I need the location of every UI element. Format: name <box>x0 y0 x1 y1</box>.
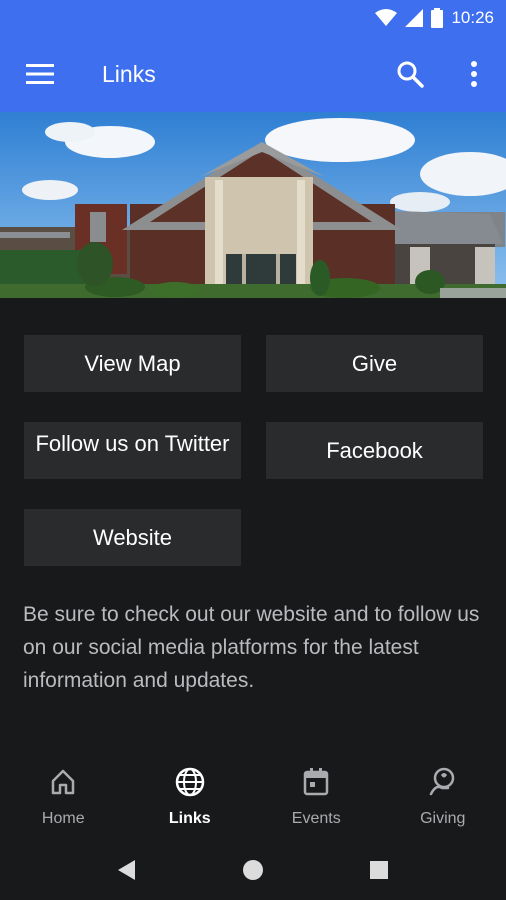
links-content: View Map Give Follow us on Twitter Faceb… <box>0 298 506 738</box>
recents-icon <box>370 861 388 879</box>
nav-item-links[interactable]: Links <box>127 750 254 840</box>
hamburger-menu-icon <box>26 64 54 84</box>
page-title: Links <box>102 60 156 87</box>
nav-item-giving[interactable]: Giving <box>380 750 506 840</box>
wifi-icon <box>375 9 398 27</box>
calendar-icon <box>302 764 330 800</box>
bottom-navigation: Home Links Events Giving <box>0 750 506 840</box>
nav-item-events[interactable]: Events <box>253 750 380 840</box>
nav-label-giving: Giving <box>420 810 466 827</box>
globe-icon <box>174 764 206 800</box>
recents-button[interactable] <box>316 861 442 879</box>
status-time: 10:26 <box>451 8 494 27</box>
back-button[interactable] <box>64 860 190 880</box>
battery-icon <box>431 8 444 28</box>
nav-item-home[interactable]: Home <box>0 750 127 840</box>
search-icon <box>397 61 424 88</box>
view-map-button[interactable]: View Map <box>24 335 241 392</box>
hero-church-image <box>0 112 506 298</box>
website-button[interactable]: Website <box>24 509 241 566</box>
search-button[interactable] <box>390 54 430 94</box>
back-icon <box>118 860 135 880</box>
nav-label-events: Events <box>291 810 341 827</box>
home-circle-icon <box>243 860 263 880</box>
home-icon <box>49 764 77 800</box>
facebook-button[interactable]: Facebook <box>266 422 483 479</box>
give-button[interactable]: Give <box>266 335 483 392</box>
status-bar: 10:26 <box>0 0 506 36</box>
links-description: Be sure to check out our website and to … <box>23 603 480 692</box>
more-vert-icon <box>471 61 477 87</box>
signal-icon <box>405 9 424 27</box>
nav-label-home: Home <box>41 810 85 827</box>
giving-icon <box>428 764 458 800</box>
nav-label-links: Links <box>168 810 211 827</box>
app-bar: Links <box>0 36 506 112</box>
home-system-button[interactable] <box>190 859 316 881</box>
system-navigation-bar <box>0 840 506 900</box>
menu-button[interactable] <box>20 54 60 94</box>
twitter-button[interactable]: Follow us on Twitter <box>24 422 241 479</box>
more-options-button[interactable] <box>454 54 494 94</box>
